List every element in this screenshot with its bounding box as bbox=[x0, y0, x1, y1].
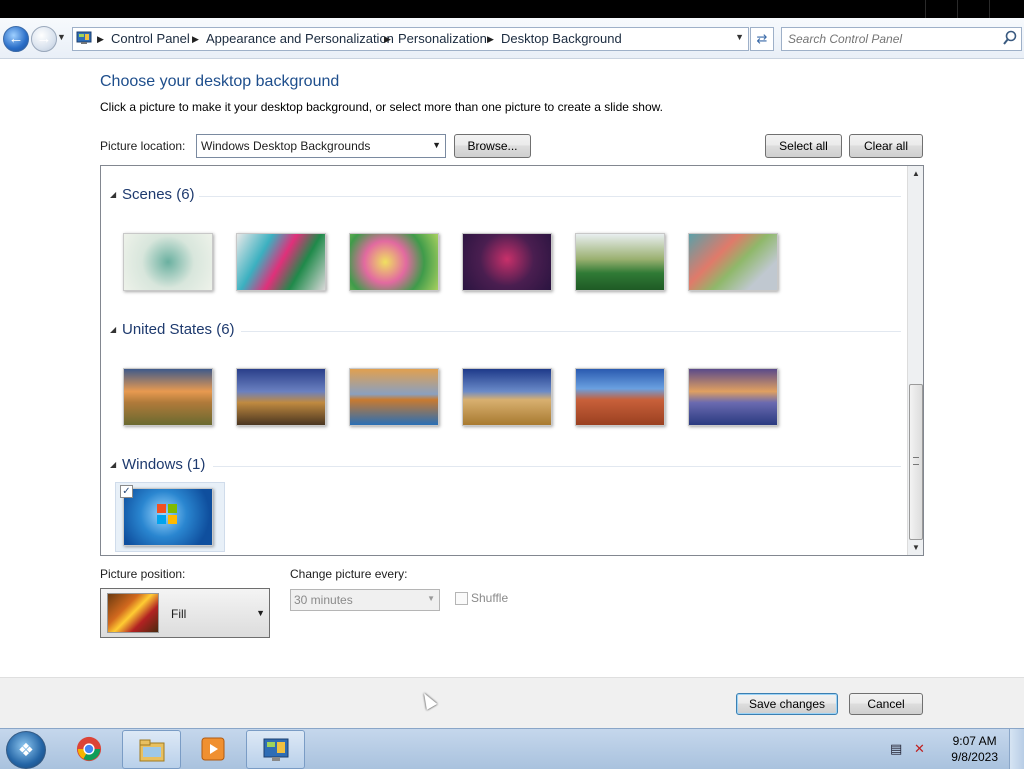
wallpaper-thumbnail[interactable] bbox=[462, 368, 552, 426]
picture-location-label: Picture location: bbox=[100, 139, 186, 153]
group-title: Windows (1) bbox=[122, 456, 206, 473]
window-title-bar bbox=[0, 0, 1024, 18]
browse-button[interactable]: Browse... bbox=[454, 134, 531, 158]
picture-position-value: Fill bbox=[171, 607, 187, 621]
position-preview-image bbox=[107, 593, 159, 633]
group-title: Scenes (6) bbox=[122, 186, 195, 203]
select-all-button[interactable]: Select all bbox=[765, 134, 842, 158]
breadcrumb-separator-icon[interactable]: ▶ bbox=[384, 31, 391, 47]
taskbar-file-explorer[interactable] bbox=[122, 730, 181, 769]
dropdown-arrow-icon: ▼ bbox=[432, 140, 441, 150]
wallpaper-thumbnail[interactable] bbox=[236, 233, 326, 291]
picture-location-value: Windows Desktop Backgrounds bbox=[201, 139, 371, 153]
change-picture-label: Change picture every: bbox=[290, 567, 408, 581]
page-title: Choose your desktop background bbox=[100, 73, 340, 90]
breadcrumb-control-panel[interactable]: Control Panel bbox=[111, 31, 190, 47]
control-panel-icon bbox=[76, 31, 92, 44]
picture-position-label: Picture position: bbox=[100, 567, 186, 581]
group-header-windows[interactable]: ◢ Windows (1) bbox=[101, 456, 901, 476]
control-panel-icon bbox=[263, 738, 289, 761]
wallpaper-thumbnail[interactable] bbox=[575, 233, 665, 291]
wallpaper-thumbnail[interactable] bbox=[349, 368, 439, 426]
group-header-united-states[interactable]: ◢ United States (6) bbox=[101, 321, 901, 341]
taskbar-media-player[interactable] bbox=[184, 730, 241, 767]
collapse-triangle-icon[interactable]: ◢ bbox=[110, 460, 116, 469]
wallpaper-thumbnail[interactable] bbox=[462, 233, 552, 291]
page-description: Click a picture to make it your desktop … bbox=[100, 100, 663, 114]
windows-logo-icon bbox=[157, 504, 177, 524]
group-title: United States (6) bbox=[122, 321, 235, 338]
clock-date: 9/8/2023 bbox=[951, 750, 998, 764]
collapse-triangle-icon[interactable]: ◢ bbox=[110, 325, 116, 334]
back-arrow-icon: ← bbox=[8, 30, 24, 47]
search-box[interactable] bbox=[781, 27, 1022, 51]
wallpaper-thumbnail[interactable] bbox=[123, 368, 213, 426]
group-divider bbox=[199, 196, 901, 197]
dialog-footer: Save changes Cancel bbox=[0, 677, 1024, 728]
breadcrumb-appearance[interactable]: Appearance and Personalization bbox=[206, 31, 394, 47]
forward-arrow-icon: → bbox=[36, 30, 52, 47]
shuffle-label[interactable]: Shuffle bbox=[471, 591, 508, 605]
scrollbar-thumb[interactable] bbox=[909, 384, 923, 540]
wallpaper-thumbnail[interactable] bbox=[688, 233, 778, 291]
maximize-button[interactable] bbox=[957, 0, 988, 18]
picture-location-dropdown[interactable]: Windows Desktop Backgrounds ▼ bbox=[196, 134, 446, 158]
group-divider bbox=[213, 466, 901, 467]
windows-start-icon: ❖ bbox=[17, 740, 35, 760]
taskbar: ❖ ▤ ✕ 9:07 AM 9/8/2023 bbox=[0, 728, 1024, 769]
address-bar[interactable]: ▶ Control Panel ▶ Appearance and Persona… bbox=[72, 27, 749, 51]
refresh-button[interactable]: ⇄ bbox=[750, 27, 774, 51]
wallpaper-thumbnail[interactable] bbox=[236, 368, 326, 426]
breadcrumb-separator-icon[interactable]: ▶ bbox=[487, 31, 494, 47]
wallpaper-thumbnail[interactable] bbox=[349, 233, 439, 291]
gallery-scrollbar[interactable]: ▲ ▼ bbox=[907, 166, 923, 555]
show-desktop-button[interactable] bbox=[1009, 729, 1024, 769]
network-icon[interactable]: ▤ bbox=[890, 741, 906, 756]
breadcrumb-separator-icon[interactable]: ▶ bbox=[97, 31, 104, 47]
dropdown-arrow-icon: ▼ bbox=[256, 608, 265, 618]
wallpaper-thumbnail[interactable] bbox=[575, 368, 665, 426]
refresh-icon: ⇄ bbox=[756, 31, 768, 46]
address-dropdown-icon[interactable]: ▼ bbox=[735, 32, 744, 42]
clear-all-button[interactable]: Clear all bbox=[849, 134, 923, 158]
wallpaper-thumbnail[interactable] bbox=[688, 368, 778, 426]
wallpaper-checkbox[interactable]: ✓ bbox=[120, 485, 133, 498]
back-button[interactable]: ← bbox=[3, 26, 29, 52]
clock-time: 9:07 AM bbox=[952, 734, 997, 748]
breadcrumb-desktop-background[interactable]: Desktop Background bbox=[501, 31, 622, 47]
scroll-down-icon[interactable]: ▼ bbox=[912, 543, 920, 552]
breadcrumb-separator-icon[interactable]: ▶ bbox=[192, 31, 199, 47]
picture-position-dropdown[interactable]: Fill ▼ bbox=[100, 588, 270, 638]
taskbar-control-panel[interactable] bbox=[246, 730, 305, 769]
collapse-triangle-icon[interactable]: ◢ bbox=[110, 190, 116, 199]
search-icon[interactable] bbox=[1002, 30, 1018, 46]
recent-pages-dropdown-icon[interactable]: ▼ bbox=[57, 32, 66, 42]
close-button[interactable] bbox=[989, 0, 1020, 18]
group-header-scenes[interactable]: ◢ Scenes (6) bbox=[101, 186, 901, 206]
shuffle-checkbox[interactable] bbox=[455, 592, 468, 605]
change-interval-value: 30 minutes bbox=[294, 593, 353, 607]
search-input[interactable] bbox=[786, 30, 1000, 48]
volume-muted-icon[interactable]: ✕ bbox=[914, 741, 930, 756]
forward-button[interactable]: → bbox=[31, 26, 57, 52]
cancel-button[interactable]: Cancel bbox=[849, 693, 923, 715]
scroll-up-icon[interactable]: ▲ bbox=[912, 169, 920, 178]
wallpaper-thumbnail[interactable] bbox=[123, 233, 213, 291]
system-clock[interactable]: 9:07 AM 9/8/2023 bbox=[951, 733, 998, 765]
save-changes-button[interactable]: Save changes bbox=[736, 693, 838, 715]
minimize-button[interactable] bbox=[925, 0, 956, 18]
wallpaper-gallery[interactable]: ◢ Scenes (6) ◢ United States (6) ◢ Windo… bbox=[100, 165, 924, 556]
media-player-icon bbox=[201, 737, 225, 761]
start-button[interactable]: ❖ bbox=[6, 731, 46, 769]
taskbar-chrome[interactable] bbox=[60, 730, 117, 767]
change-interval-dropdown[interactable]: 30 minutes ▼ bbox=[290, 589, 440, 611]
breadcrumb-personalization[interactable]: Personalization bbox=[398, 31, 487, 47]
chrome-icon bbox=[76, 736, 102, 762]
folder-icon bbox=[139, 739, 165, 762]
dropdown-arrow-icon: ▼ bbox=[427, 594, 435, 603]
group-divider bbox=[241, 331, 901, 332]
scroll-grip-icon bbox=[913, 457, 919, 465]
